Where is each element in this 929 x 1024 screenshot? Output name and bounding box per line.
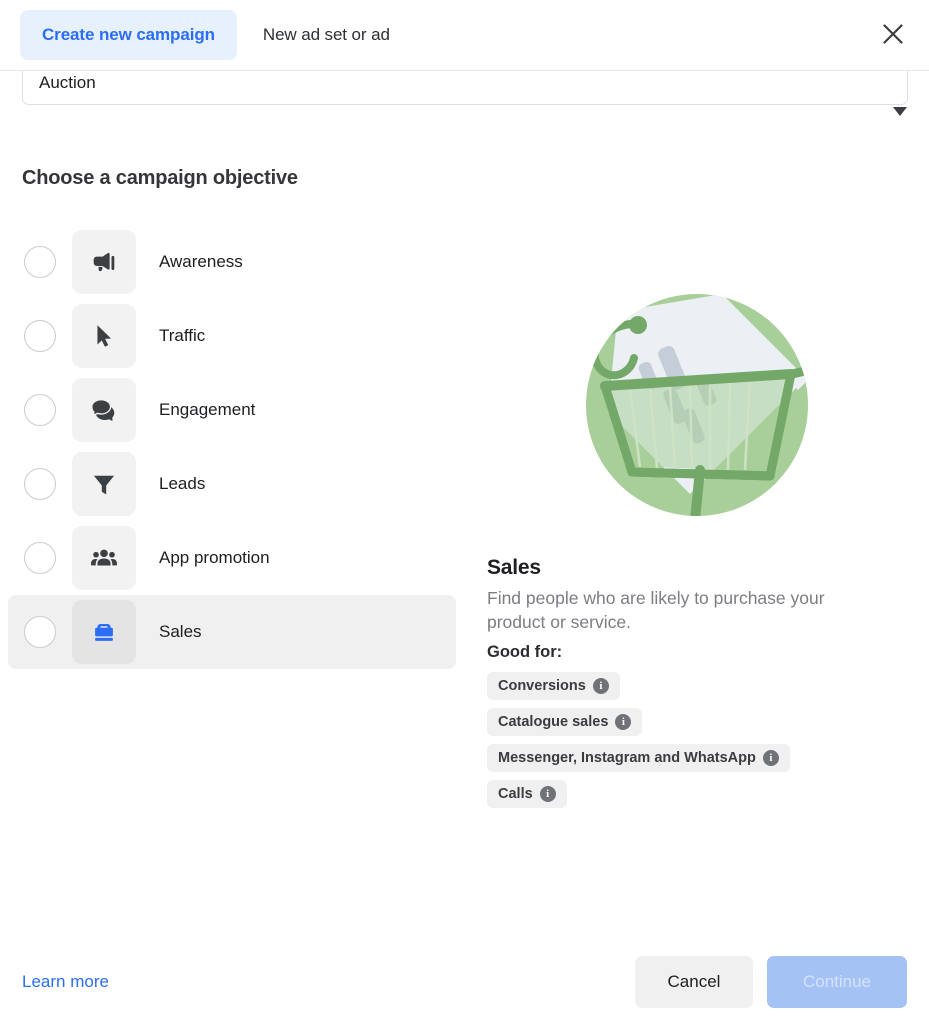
objective-tile-sales (72, 600, 136, 664)
good-for-chip-catalogue-sales-label: Catalogue sales (498, 714, 608, 730)
objective-tile-leads (72, 452, 136, 516)
objective-tile-engagement (72, 378, 136, 442)
continue-button[interactable]: Continue (767, 956, 907, 1008)
objective-label-sales: Sales (159, 622, 202, 642)
objective-row-awareness[interactable]: Awareness (8, 225, 456, 299)
objective-label-engagement: Engagement (159, 400, 255, 420)
objective-list: Awareness Traffic (8, 225, 456, 669)
shopping-cart-price-tag-illustration (572, 280, 822, 530)
tab-new-ad-set-or-ad[interactable]: New ad set or ad (237, 10, 412, 60)
good-for-chip-calls: Calls i (487, 780, 567, 808)
objective-radio-engagement[interactable] (24, 394, 56, 426)
info-icon[interactable]: i (763, 750, 779, 766)
good-for-chip-conversions-label: Conversions (498, 678, 586, 694)
objective-row-sales[interactable]: Sales (8, 595, 456, 669)
objective-radio-leads[interactable] (24, 468, 56, 500)
tab-create-new-campaign-label: Create new campaign (42, 25, 215, 45)
objective-label-traffic: Traffic (159, 326, 205, 346)
shopping-bag-icon (89, 617, 119, 647)
learn-more-link[interactable]: Learn more (22, 972, 109, 992)
good-for-chip-messenger-instagram-whatsapp: Messenger, Instagram and WhatsApp i (487, 744, 790, 772)
objective-row-leads[interactable]: Leads (8, 447, 456, 521)
chat-bubbles-icon (89, 395, 119, 425)
cancel-button[interactable]: Cancel (635, 956, 753, 1008)
close-icon (882, 23, 904, 48)
objective-row-app-promotion[interactable]: App promotion (8, 521, 456, 595)
people-group-icon (89, 543, 119, 573)
close-button[interactable] (871, 13, 915, 57)
good-for-chip-calls-label: Calls (498, 786, 533, 802)
info-icon[interactable]: i (615, 714, 631, 730)
info-icon[interactable]: i (593, 678, 609, 694)
good-for-chip-catalogue-sales: Catalogue sales i (487, 708, 642, 736)
megaphone-icon (89, 247, 119, 277)
create-campaign-dialog: Create new campaign New ad set or ad Auc… (0, 0, 929, 1024)
good-for-chip-list: Conversions i Catalogue sales i Messenge… (487, 672, 907, 816)
objective-radio-sales[interactable] (24, 616, 56, 648)
page-title: Choose a campaign objective (22, 167, 298, 190)
objective-radio-app-promotion[interactable] (24, 542, 56, 574)
objective-row-engagement[interactable]: Engagement (8, 373, 456, 447)
good-for-chip-conversions: Conversions i (487, 672, 620, 700)
cursor-icon (89, 321, 119, 351)
objective-label-app-promotion: App promotion (159, 548, 270, 568)
objective-row-traffic[interactable]: Traffic (8, 299, 456, 373)
objective-detail-panel: Sales Find people who are likely to purc… (487, 225, 907, 816)
buying-type-select[interactable]: Auction (22, 71, 908, 105)
good-for-label: Good for: (487, 643, 907, 662)
objective-radio-awareness[interactable] (24, 246, 56, 278)
objective-tile-awareness (72, 230, 136, 294)
objective-radio-traffic[interactable] (24, 320, 56, 352)
objective-label-leads: Leads (159, 474, 205, 494)
tab-new-ad-set-or-ad-label: New ad set or ad (263, 25, 390, 45)
chevron-down-icon (893, 107, 907, 116)
good-for-chip-messenger-instagram-whatsapp-label: Messenger, Instagram and WhatsApp (498, 750, 756, 766)
objective-tile-app-promotion (72, 526, 136, 590)
detail-description: Find people who are likely to purchase y… (487, 586, 867, 634)
objective-label-awareness: Awareness (159, 252, 243, 272)
dialog-footer: Learn more Cancel Continue (0, 940, 929, 1024)
tab-create-new-campaign[interactable]: Create new campaign (20, 10, 237, 60)
dialog-header: Create new campaign New ad set or ad (0, 0, 929, 71)
dialog-body: Auction Choose a campaign objective (0, 71, 929, 1024)
buying-type-value: Auction (39, 74, 96, 91)
funnel-icon (90, 470, 118, 498)
objective-tile-traffic (72, 304, 136, 368)
detail-title: Sales (487, 556, 907, 580)
info-icon[interactable]: i (540, 786, 556, 802)
